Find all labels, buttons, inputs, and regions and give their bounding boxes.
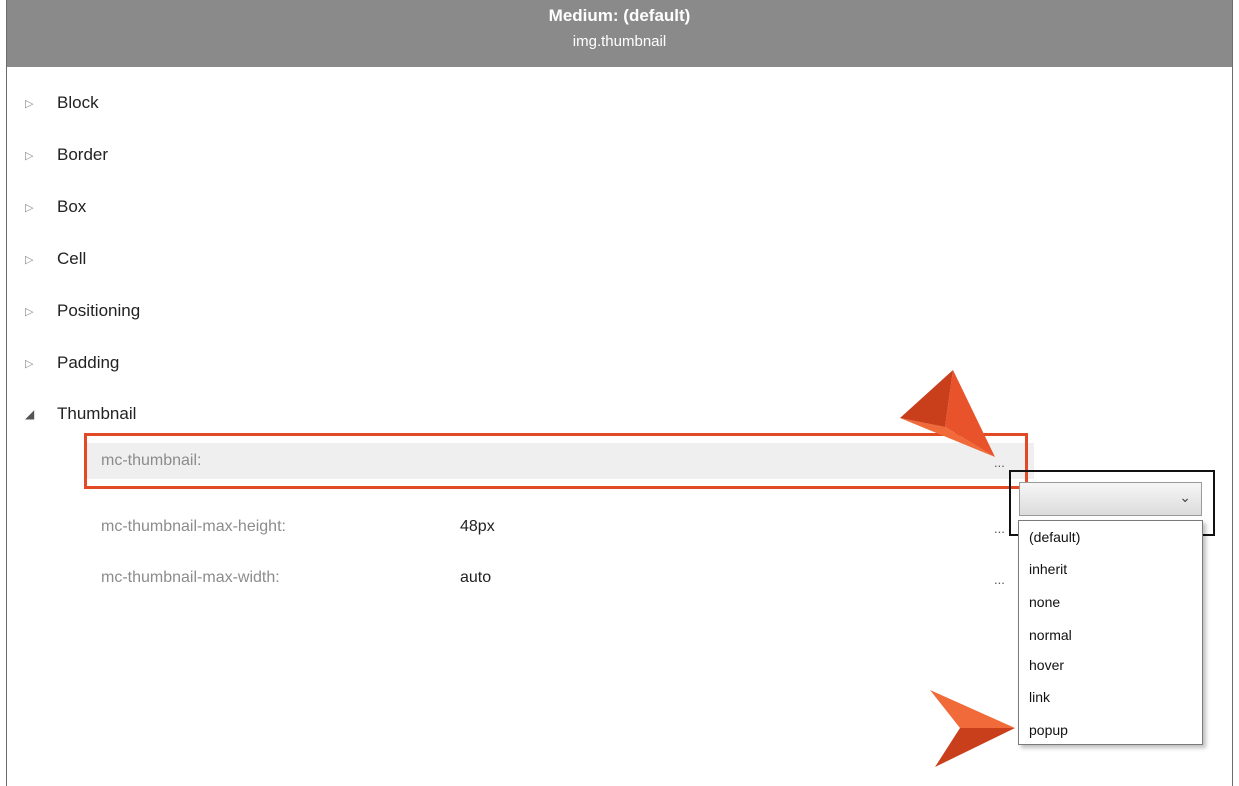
triangle-right-icon[interactable]: ▷: [25, 97, 39, 110]
chevron-down-icon[interactable]: ⌄: [1179, 489, 1191, 506]
property-row-mc-thumbnail[interactable]: mc-thumbnail: ...: [87, 443, 1034, 479]
dropdown-option-normal[interactable]: normal: [1029, 627, 1072, 643]
property-row-mc-thumbnail-max-height[interactable]: mc-thumbnail-max-height: 48px ...: [87, 509, 1034, 545]
property-name: mc-thumbnail-max-width:: [101, 569, 280, 586]
group-box[interactable]: ▷ Box: [7, 192, 86, 222]
group-border[interactable]: ▷ Border: [7, 140, 108, 170]
group-label: Padding: [57, 353, 120, 372]
ellipsis-button[interactable]: ...: [994, 455, 1005, 470]
group-block[interactable]: ▷ Block: [7, 88, 99, 118]
triangle-right-icon[interactable]: ▷: [25, 357, 39, 370]
medium-title: Medium: (default): [548, 6, 691, 25]
ellipsis-button[interactable]: ...: [994, 572, 1005, 587]
group-label: Border: [57, 145, 109, 164]
triangle-right-icon[interactable]: ▷: [25, 149, 39, 162]
ellipsis-button[interactable]: ...: [994, 521, 1005, 536]
dropdown-option-hover[interactable]: hover: [1029, 657, 1064, 673]
triangle-right-icon[interactable]: ▷: [25, 305, 39, 318]
property-name: mc-thumbnail-max-height:: [101, 518, 286, 535]
dropdown-option-popup[interactable]: popup: [1029, 722, 1068, 738]
group-label: Thumbnail: [57, 404, 137, 423]
selector-subtitle: img.thumbnail: [572, 33, 667, 50]
dropdown-option-none[interactable]: none: [1029, 594, 1060, 610]
triangle-down-icon[interactable]: ◢: [25, 407, 39, 421]
dropdown-option-inherit[interactable]: inherit: [1029, 561, 1067, 577]
triangle-right-icon[interactable]: ▷: [25, 201, 39, 214]
dropdown-option-default[interactable]: (default): [1029, 529, 1080, 545]
group-thumbnail[interactable]: ◢ Thumbnail: [7, 399, 136, 429]
panel-header: Medium: (default) img.thumbnail: [7, 0, 1232, 67]
property-value[interactable]: 48px: [460, 509, 495, 545]
group-cell[interactable]: ▷ Cell: [7, 244, 86, 274]
group-label: Positioning: [57, 301, 141, 320]
group-padding[interactable]: ▷ Padding: [7, 348, 119, 378]
group-positioning[interactable]: ▷ Positioning: [7, 296, 140, 326]
thumbnail-dropdown-list: (default) inherit none normal hover link…: [1018, 520, 1203, 745]
group-label: Cell: [57, 249, 87, 268]
property-row-mc-thumbnail-max-width[interactable]: mc-thumbnail-max-width: auto ...: [87, 560, 1034, 596]
property-name: mc-thumbnail:: [101, 452, 202, 469]
thumbnail-combo[interactable]: ⌄: [1019, 482, 1202, 516]
dropdown-option-link[interactable]: link: [1029, 689, 1050, 705]
group-label: Block: [57, 93, 99, 112]
triangle-right-icon[interactable]: ▷: [25, 253, 39, 266]
group-label: Box: [57, 197, 87, 216]
property-value[interactable]: auto: [460, 560, 491, 596]
